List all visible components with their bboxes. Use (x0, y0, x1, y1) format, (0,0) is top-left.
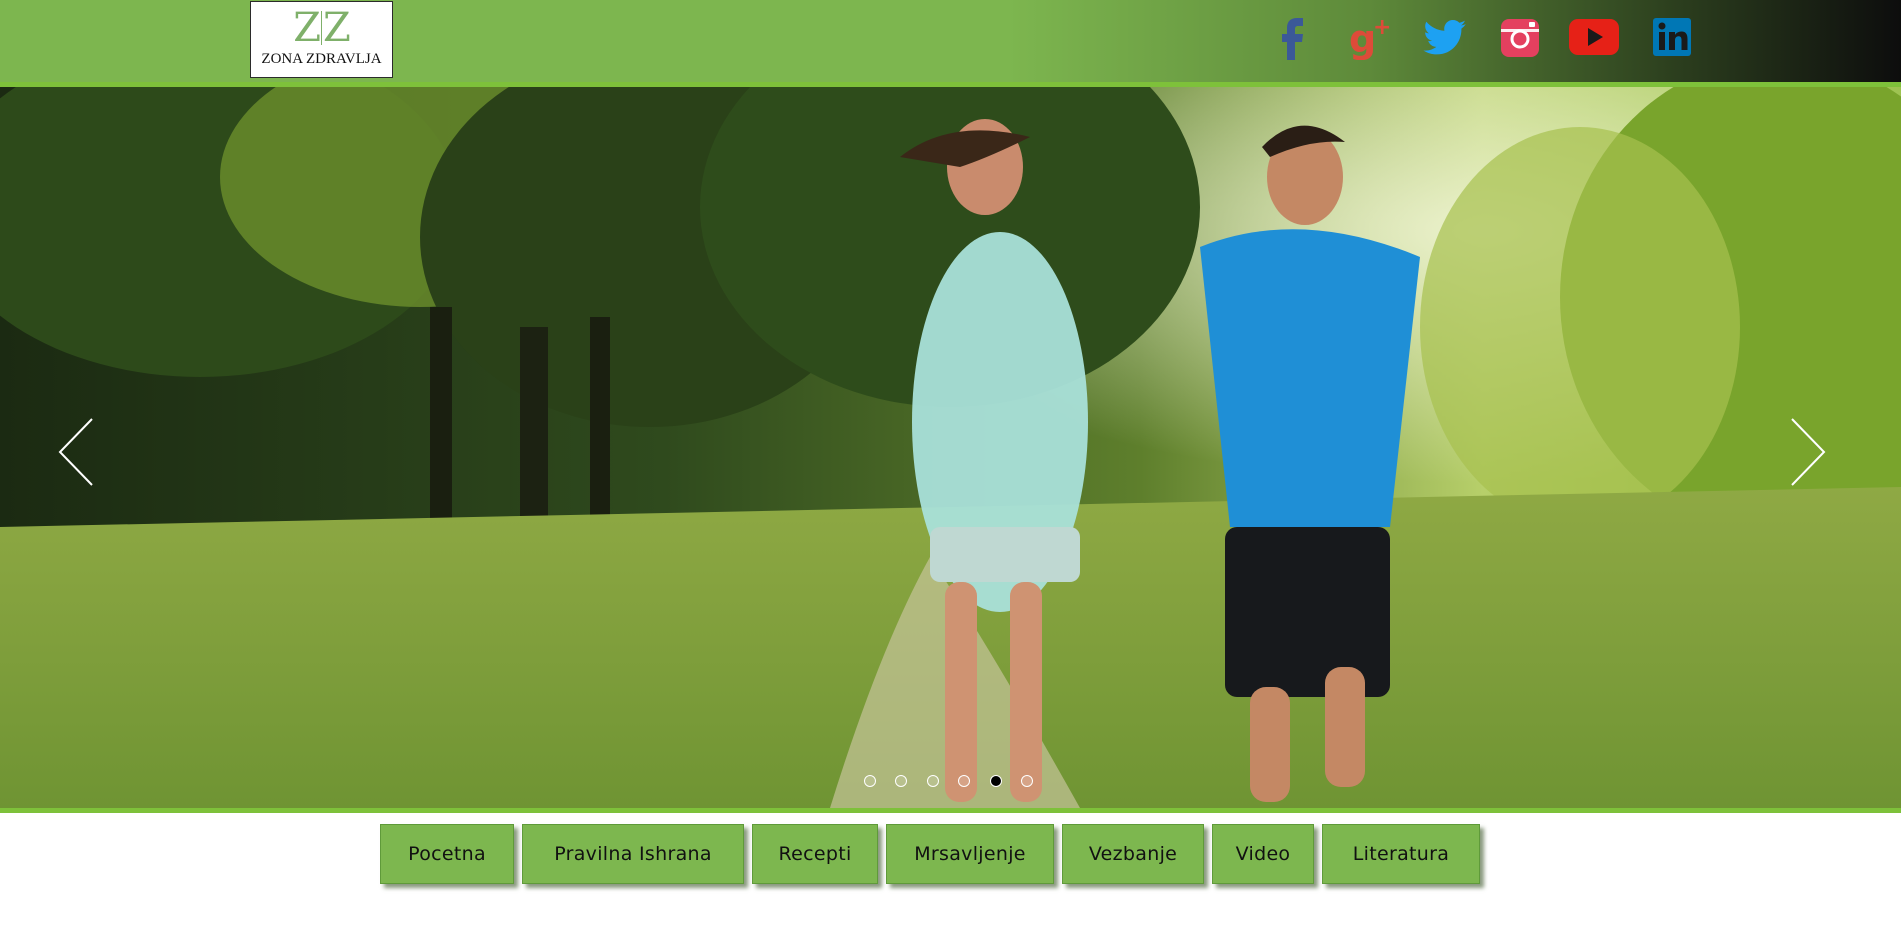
nav-item-mrsavljenje[interactable]: Mrsavljenje (886, 824, 1054, 884)
linkedin-icon[interactable] (1651, 14, 1693, 60)
carousel-dot-6[interactable] (1021, 775, 1033, 787)
hero-image (0, 87, 1901, 808)
hero-bottom-line (0, 808, 1901, 813)
nav-item-pravilna-ishrana[interactable]: Pravilna Ishrana (522, 824, 744, 884)
chevron-left-icon (58, 418, 93, 486)
nav-item-recepti[interactable]: Recepti (752, 824, 878, 884)
nav-item-vezbanje[interactable]: Vezbanje (1062, 824, 1204, 884)
logo-mark: ZZ (293, 5, 351, 51)
twitter-icon[interactable] (1422, 14, 1468, 60)
youtube-icon[interactable] (1568, 14, 1620, 60)
carousel-prev-button[interactable] (56, 417, 96, 487)
carousel-dot-2[interactable] (895, 775, 907, 787)
google-plus-icon[interactable]: g + (1348, 14, 1394, 60)
carousel-dot-5-active[interactable] (990, 775, 1002, 787)
carousel-dot-4[interactable] (958, 775, 970, 787)
chevron-right-icon (1791, 418, 1826, 486)
logo-text: ZONA ZDRAVLJA (261, 51, 382, 67)
site-header: ZZ ZONA ZDRAVLJA g + (0, 0, 1901, 87)
svg-text:+: + (1373, 15, 1391, 40)
site-logo[interactable]: ZZ ZONA ZDRAVLJA (250, 1, 393, 78)
facebook-icon[interactable] (1276, 14, 1310, 60)
nav-item-pocetna[interactable]: Pocetna (380, 824, 514, 884)
nav-item-literatura[interactable]: Literatura (1322, 824, 1480, 884)
hero-carousel (0, 87, 1901, 808)
carousel-next-button[interactable] (1788, 417, 1828, 487)
nav-item-video[interactable]: Video (1212, 824, 1314, 884)
instagram-icon[interactable] (1498, 14, 1542, 60)
carousel-dot-1[interactable] (864, 775, 876, 787)
carousel-dot-3[interactable] (927, 775, 939, 787)
